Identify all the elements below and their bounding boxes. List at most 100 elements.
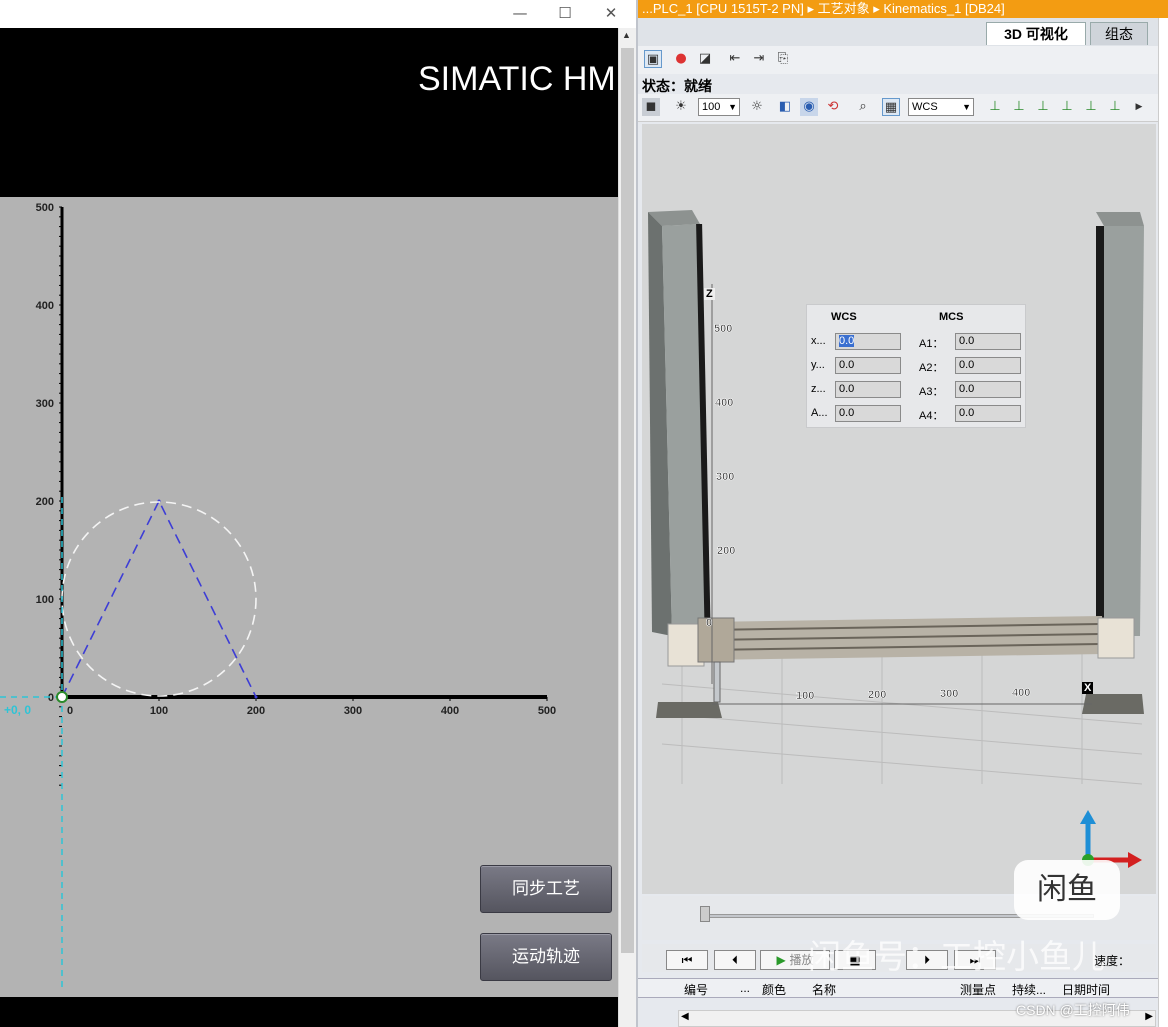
x-tick-label: 0 [67,705,73,717]
tia-tabs: 3D 可视化 组态 [638,18,1168,46]
scroll-left-icon[interactable]: ◀ [681,1011,689,1022]
view-2d-icon[interactable]: ◧ [776,98,794,116]
x-tick-label: 300 [940,688,958,700]
reference-circle [61,501,257,697]
zoom-select[interactable]: 100 ▼ [698,98,740,116]
view-iso-icon[interactable]: ⊥ [1106,98,1124,116]
vertical-scrollbar[interactable]: ▲ [618,28,636,1027]
hmi-title: SIMATIC HM [418,60,616,98]
zoom-fit-icon[interactable]: ⌕ [854,98,872,116]
mcs-header: MCS [939,311,964,323]
z-tick-label: 0 [706,617,712,629]
skip-start-icon[interactable]: ⏮ [666,950,708,970]
close-icon[interactable]: ✕ [599,2,623,24]
step-back-icon[interactable]: ⏴ [714,950,756,970]
wcs-value-field[interactable]: 0.0 [835,405,901,422]
hmi-titlebar: — ☐ ✕ [0,0,636,28]
play-icon: ▶ [776,953,786,967]
mcs-value-field[interactable]: 0.0 [955,381,1021,398]
tab-config[interactable]: 组态 [1090,22,1148,45]
table-column-header[interactable]: 颜色 [762,981,786,998]
table-column-header[interactable]: 名称 [812,981,836,998]
simulation-icon[interactable]: ▣ [644,50,662,68]
mcs-value-field[interactable]: 0.0 [955,405,1021,422]
trajectory-button[interactable]: 运动轨迹 [480,933,612,981]
x-tick-label: 200 [247,705,265,717]
mcs-field-label: A4： [919,410,944,422]
hmi-header: SIMATIC HM [0,28,618,197]
mcs-field-label: A1： [919,338,944,350]
export-icon[interactable]: ⇥ [750,50,768,68]
scroll-up-icon[interactable]: ▲ [622,30,631,40]
maximize-icon[interactable]: ☐ [553,2,577,24]
stop-record-icon[interactable]: ◪ [696,50,714,68]
brightness-icon[interactable]: ☀ [672,98,690,116]
x-tick-label: 400 [441,705,459,717]
wcs-field-label: z... [811,383,826,395]
mcs-value-field[interactable]: 0.0 [955,333,1021,350]
camera-icon[interactable]: ◼ [642,98,660,116]
wcs-value-field[interactable]: 0.0 [835,333,901,350]
light-icon[interactable]: ☼ [748,98,766,116]
watermark-logo: 闲鱼 [1014,860,1120,920]
measurement-table-header: 编号... 颜色 名称 测量点 持续... 日期时间 [638,978,1158,998]
table-column-header[interactable]: 测量点 [960,981,996,998]
view-zx-icon[interactable]: ⊥ [1010,98,1028,116]
wcs-header: WCS [831,311,857,323]
x-tick-label: 100 [796,690,814,702]
y-tick-label: 100 [36,594,54,606]
mcs-field-label: A3： [919,386,944,398]
x-tick-label: 400 [1012,687,1030,699]
scroll-right-icon[interactable]: ▶ [1145,1011,1153,1022]
sync-tech-button[interactable]: 同步工艺 [480,865,612,913]
copy-icon[interactable]: ⎘ [774,50,792,68]
mcs-field-label: A2： [919,362,944,374]
view-zy-icon[interactable]: ⊥ [1058,98,1076,116]
chevron-down-icon: ▼ [962,102,971,112]
coord-system-select[interactable]: WCS ▼ [908,98,974,116]
record-icon[interactable]: ● [672,50,690,68]
import-icon[interactable]: ⇤ [726,50,744,68]
table-column-header[interactable]: ... [740,981,750,995]
y-tick-label: 400 [36,300,54,312]
wcs-field-label: x... [811,335,826,347]
rotate-icon[interactable]: ⟲ [824,98,842,116]
3d-viewport[interactable]: 500 400 300 200 0 100 200 300 400 Z X WCS MCS x.… [642,124,1156,894]
x-tick-label: 200 [868,689,886,701]
timeline-slider-handle[interactable] [700,906,710,922]
mcs-value-field[interactable]: 0.0 [955,357,1021,374]
y-tick-label: 500 [36,202,54,214]
grid-icon[interactable]: ▦ [882,98,900,116]
toolbar-primary: ▣ ● ◪ ⇤ ⇥ ⎘ [638,46,1168,74]
x-tick-label: 500 [538,705,556,717]
scroll-thumb[interactable] [621,48,634,953]
z-axis-label: Z [704,288,715,300]
tool-position-marker [56,691,68,703]
toolbar-view: ◼ ☀ 100 ▼ ☼ ◧ ◉ ⟲ ⌕ ▦ WCS ▼ ⊥ ⊥ ⊥ ⊥ ⊥ ⊥ ▶ [638,94,1168,122]
table-column-header[interactable]: 日期时间 [1062,981,1110,998]
task-card-edge [1158,18,1168,1027]
z-tick-label: 500 [714,323,732,335]
table-column-header[interactable]: 持续... [1012,981,1046,998]
view-xy-icon[interactable]: ⊥ [1082,98,1100,116]
coordinate-panel: WCS MCS x... 0.0 A1： 0.0 y... 0.0 A2： 0.0 z... 0.… [806,304,1026,428]
wcs-value-field[interactable]: 0.0 [835,357,901,374]
wcs-field-label: A... [811,407,828,419]
table-column-header[interactable]: 编号 [684,981,708,998]
y-tick-label: 300 [36,398,54,410]
zoom-value: 100 [702,101,721,113]
view-xz-icon[interactable]: ⊥ [986,98,1004,116]
trajectory-point [254,695,258,699]
z-tick-label: 300 [716,471,734,483]
z-tick-label: 400 [715,397,733,409]
minimize-icon[interactable]: — [508,2,532,24]
tia-breadcrumb: ...PLC_1 [CPU 1515T-2 PN] ▸ 工艺对象 ▸ Kinem… [638,0,1168,18]
view-yz-icon[interactable]: ⊥ [1034,98,1052,116]
view-3d-icon[interactable]: ◉ [800,98,818,116]
wcs-value-field[interactable]: 0.0 [835,381,901,398]
tab-3d-visualization[interactable]: 3D 可视化 [986,22,1086,45]
toolbar-more-icon[interactable]: ▶ [1130,98,1148,116]
status-text: 状态：就绪 [642,78,712,94]
cursor-label: +0, 0 [4,703,32,717]
csdn-credit: CSDN @工控阿伟 [1016,1002,1130,1018]
